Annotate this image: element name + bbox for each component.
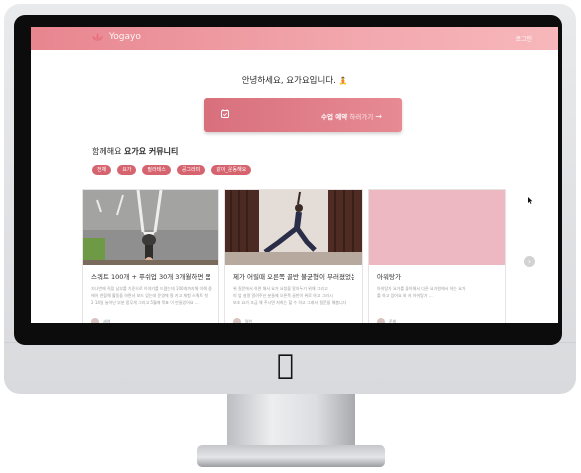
apple-logo-icon:  — [277, 350, 294, 380]
post-excerpt-line: 아쉬탕가 요가를 좋아해서 다른 요가원에서 하는 요가 — [377, 286, 466, 291]
tag-yoga[interactable]: 요가 — [117, 165, 137, 175]
cta-sub-text: 하러가기 — [349, 113, 374, 121]
author-avatar — [377, 318, 385, 323]
author-avatar — [91, 318, 99, 323]
tag-pilates[interactable]: 필라테스 — [142, 165, 171, 175]
meditation-emoji-icon: 🧘 — [338, 77, 348, 85]
post-excerpt-line: 에어 연합해 활동을 하면서 보드 있는데 운영에 필 키고 체험 스쿼트 첫 — [91, 293, 209, 298]
class-reservation-button[interactable]: 수업 예약 하러가기 → — [204, 98, 402, 132]
login-link[interactable]: 로그인 — [515, 34, 532, 43]
tag-fourth[interactable]: 공그라미 — [176, 165, 206, 175]
post-image-placeholder — [369, 190, 505, 265]
author-name: 명인 — [245, 319, 253, 323]
post-excerpt-line: 를 하고 있어요 와 저 아쉬탕가 ... — [377, 293, 433, 298]
imac-stand — [227, 394, 355, 448]
author-name: 세영 — [103, 319, 111, 323]
imac-stand-foot — [197, 445, 385, 467]
post-excerpt-line: 미 앞 설명 알려주신 분들께 오른쪽 골반이 위로 하고 그러시 — [233, 293, 333, 298]
post-card[interactable]: 스쿼트 100개 + 푸쉬업 30개 3개월하면 몸 ... 지나번에 직접 남… — [82, 189, 219, 323]
app-header: Yogayo 로그인 — [31, 27, 558, 50]
brand-name[interactable]: Yogayo — [109, 32, 141, 42]
post-card[interactable]: 제가 어릴때 오른쪽 골반 불균형이 부러졌었는데요 위 질문에서 하면 해서 … — [224, 189, 363, 323]
cta-label: 수업 예약 하러가기 → — [321, 111, 382, 121]
post-excerpt-line: 지나번에 직접 남부를 기준으로 이야기를 드렸는데 100개까지해 이해 중 — [91, 286, 212, 291]
greeting: 안녕하세요, 요가요입니다. 🧘 — [31, 74, 558, 86]
post-excerpt-line: 보조 요가 조금 해 주시면 저희는 할 수 하고 그래서 질문을 해봅니다 — [233, 300, 347, 305]
browser-viewport: Yogayo 로그인 안녕하세요, 요가요입니다. 🧘 수업 예약 하러가기 →… — [31, 27, 558, 323]
community-title-main: 요가요 커뮤니티 — [124, 147, 179, 156]
tag-filter-bar: 전체 요가 필라테스 공그라미 같이_운동해요 — [92, 165, 252, 175]
post-title: 제가 어릴때 오른쪽 골반 불균형이 부러졌었는데요 — [233, 273, 354, 281]
arrow-right-icon: → — [375, 112, 382, 121]
community-title-prefix: 함께해요 — [92, 147, 122, 156]
calendar-check-icon — [221, 109, 229, 118]
post-image-lunge-yoga — [225, 190, 362, 265]
post-excerpt: 지나번에 직접 남부를 기준으로 이야기를 드렸는데 100개까지해 이해 중 … — [91, 285, 212, 306]
author-name: 준희 — [389, 319, 397, 323]
post-excerpt: 위 질문에서 하면 해서 요가 요청을 알아두기 위해 그리고 미 앞 설명 알… — [233, 285, 346, 306]
post-excerpt-line: 위 질문에서 하면 해서 요가 요청을 알아두기 위해 그리고 — [233, 286, 328, 291]
cta-main-text: 수업 예약 — [321, 113, 348, 121]
post-image-aerial-yoga — [83, 190, 218, 265]
greeting-text: 안녕하세요, 요가요입니다. — [241, 76, 336, 86]
tag-all[interactable]: 전체 — [92, 165, 112, 175]
author-avatar — [233, 318, 241, 323]
post-excerpt: 아쉬탕가 요가를 좋아해서 다른 요가원에서 하는 요가 를 하고 있어요 와 … — [377, 285, 466, 299]
community-title: 함께해요 요가요 커뮤니티 — [92, 146, 178, 157]
carousel-next-button[interactable]: › — [524, 256, 535, 267]
mouse-cursor-icon — [528, 197, 533, 204]
post-title: 아워탕가 — [377, 273, 401, 281]
post-title: 스쿼트 100개 + 푸쉬업 30개 3개월하면 몸 ... — [91, 273, 210, 281]
post-excerpt-line: 2 14일 늘어난 부분 몸무게 그리고 5월에 목표 이 만들었어요 ... — [91, 300, 199, 305]
lotus-logo-icon[interactable] — [91, 32, 104, 43]
tag-workout-together[interactable]: 같이_운동해요 — [211, 165, 252, 175]
post-card[interactable]: 아워탕가 아쉬탕가 요가를 좋아해서 다른 요가원에서 하는 요가 를 하고 있… — [368, 189, 506, 323]
